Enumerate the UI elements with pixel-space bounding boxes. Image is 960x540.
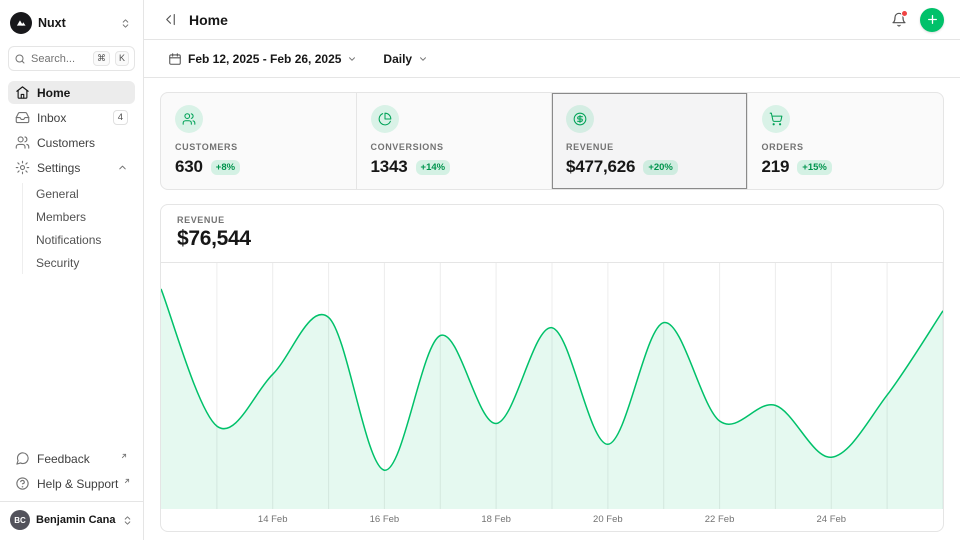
chart-header: REVENUE $76,544 (161, 205, 943, 263)
inbox-icon (15, 110, 30, 125)
stat-delta-badge: +8% (211, 160, 240, 175)
stat-value: 630 (175, 157, 203, 177)
dashboard-content: CUSTOMERS 630 +8% CONVERSIONS 1343 +14% (144, 78, 960, 540)
sidebar-item-inbox[interactable]: Inbox 4 (8, 106, 135, 129)
sidebar-item-label: Settings (37, 161, 110, 175)
stat-card-conversions[interactable]: CONVERSIONS 1343 +14% (357, 93, 553, 189)
shopping-cart-icon (762, 105, 790, 133)
revenue-chart-card: REVENUE $76,544 14 Feb 16 Feb 18 Feb 20 Feb… (160, 204, 944, 532)
sidebar-item-notifications[interactable]: Notifications (28, 229, 135, 251)
period-select[interactable]: Daily (375, 47, 436, 71)
users-icon (175, 105, 203, 133)
plus-icon (926, 13, 939, 26)
stat-delta-badge: +15% (797, 160, 832, 175)
top-header: Home (144, 0, 960, 40)
x-axis-tick-label: 20 Feb (593, 514, 623, 525)
stat-label: CONVERSIONS (371, 142, 538, 152)
settings-submenu: General Members Notifications Security (22, 183, 135, 274)
kbd-k: K (115, 51, 129, 66)
sidebar-item-home[interactable]: Home (8, 81, 135, 104)
users-icon (15, 135, 30, 150)
calendar-icon (168, 52, 182, 66)
stat-value: 1343 (371, 157, 408, 177)
external-link-icon (123, 474, 131, 488)
avatar: BC (10, 510, 30, 530)
workspace-switcher[interactable]: Nuxt (8, 8, 135, 38)
sidebar-item-security[interactable]: Security (28, 252, 135, 274)
message-bubble-icon (15, 451, 30, 466)
stat-delta-badge: +14% (416, 160, 451, 175)
sidebar-item-label: Home (37, 86, 128, 100)
x-axis-tick-label: 24 Feb (816, 514, 846, 525)
chevron-up-icon (117, 162, 128, 173)
sidebar-item-general[interactable]: General (28, 183, 135, 205)
kbd-cmd: ⌘ (93, 51, 110, 66)
app-window: Nuxt Search... ⌘ K Home Inbox 4 (0, 0, 960, 540)
stats-row: CUSTOMERS 630 +8% CONVERSIONS 1343 +14% (160, 92, 944, 190)
chart-metric-value: $76,544 (177, 227, 927, 251)
chevrons-up-down-icon (122, 515, 133, 526)
chart-metric-label: REVENUE (177, 215, 927, 225)
stat-label: CUSTOMERS (175, 142, 342, 152)
user-name: Benjamin Canac (36, 514, 116, 526)
external-link-icon (120, 449, 128, 463)
page-title: Home (189, 12, 228, 28)
stat-value: $477,626 (566, 157, 635, 177)
pie-chart-icon (371, 105, 399, 133)
sidebar-item-label: Inbox (37, 111, 106, 125)
sidebar-item-label: Customers (37, 136, 128, 150)
date-range-label: Feb 12, 2025 - Feb 26, 2025 (188, 52, 341, 66)
sidebar-item-members[interactable]: Members (28, 206, 135, 228)
notification-dot (901, 10, 908, 17)
chart-plot-area[interactable] (161, 263, 943, 509)
sidebar-item-feedback[interactable]: Feedback (8, 447, 135, 470)
collapse-sidebar-button[interactable] (160, 9, 181, 30)
filter-toolbar: Feb 12, 2025 - Feb 26, 2025 Daily (144, 40, 960, 78)
sidebar-spacer (8, 276, 135, 447)
x-axis: 14 Feb 16 Feb 18 Feb 20 Feb 22 Feb 24 Feb (161, 509, 943, 531)
sidebar: Nuxt Search... ⌘ K Home Inbox 4 (0, 0, 144, 540)
date-range-picker[interactable]: Feb 12, 2025 - Feb 26, 2025 (160, 47, 365, 71)
inbox-count-badge: 4 (113, 110, 128, 125)
stat-delta-badge: +20% (643, 160, 678, 175)
search-placeholder: Search... (31, 53, 88, 65)
chevrons-up-down-icon (120, 18, 131, 29)
sidebar-item-label: Help & Support (37, 477, 118, 491)
period-label: Daily (383, 52, 412, 66)
stat-label: REVENUE (566, 142, 733, 152)
stat-value: 219 (762, 157, 790, 177)
circle-dollar-icon (566, 105, 594, 133)
help-circle-icon (15, 476, 30, 491)
main-panel: Home Feb 12, 2025 - Feb 26, 2025 Daily (144, 0, 960, 540)
panel-collapse-icon (163, 12, 178, 27)
x-axis-tick-label: 22 Feb (705, 514, 735, 525)
x-axis-tick-label: 14 Feb (258, 514, 288, 525)
stat-card-orders[interactable]: ORDERS 219 +15% (748, 93, 944, 189)
sidebar-item-customers[interactable]: Customers (8, 131, 135, 154)
chevron-down-icon (347, 54, 357, 64)
user-menu[interactable]: BC Benjamin Canac (0, 501, 143, 532)
sidebar-item-settings[interactable]: Settings (8, 156, 135, 179)
x-axis-tick-label: 16 Feb (370, 514, 400, 525)
sidebar-nav: Home Inbox 4 Customers Settings General (8, 81, 135, 276)
sidebar-item-label: Feedback (37, 452, 115, 466)
new-item-button[interactable] (920, 8, 944, 32)
chevron-down-icon (418, 54, 428, 64)
stat-label: ORDERS (762, 142, 930, 152)
workspace-name: Nuxt (38, 16, 114, 30)
nuxt-logo-icon (10, 12, 32, 34)
stat-card-revenue[interactable]: REVENUE $477,626 +20% (552, 93, 748, 189)
sidebar-footer-nav: Feedback Help & Support (8, 447, 135, 495)
x-axis-tick-label: 18 Feb (481, 514, 511, 525)
gear-icon (15, 160, 30, 175)
sidebar-item-help-support[interactable]: Help & Support (8, 472, 135, 495)
revenue-area-chart (161, 263, 943, 509)
search-input[interactable]: Search... ⌘ K (8, 46, 135, 71)
header-actions (888, 8, 944, 32)
home-icon (15, 85, 30, 100)
search-icon (14, 53, 26, 65)
notifications-button[interactable] (888, 9, 910, 31)
stat-card-customers[interactable]: CUSTOMERS 630 +8% (161, 93, 357, 189)
